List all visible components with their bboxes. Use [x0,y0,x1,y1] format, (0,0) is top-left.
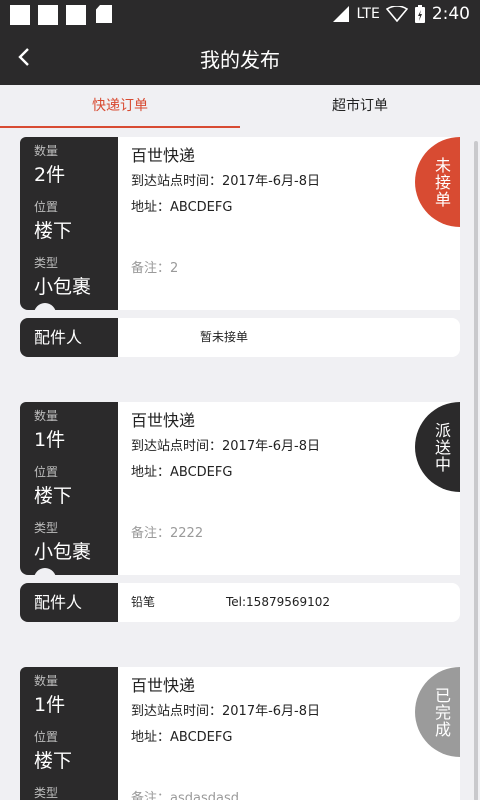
quantity-label: 数量 [34,409,59,423]
address: 地址：ABCDEFG [131,465,233,480]
tab-express-orders[interactable]: 快递订单 [0,85,240,129]
status-text: 未接单 [432,156,451,208]
courier-label: 配件人 [20,318,118,357]
order-list[interactable]: 数量 2件 位置 楼下 类型 小包裹 百世快递 到达站点时间：2017年-6月-… [0,129,480,800]
order-summary: 数量 1件 位置 楼下 类型 小包裹 [20,402,118,575]
quantity-value: 1件 [34,429,66,451]
order-details: 百世快递 到达站点时间：2017年-6月-8日 地址：ABCDEFG 备注：as… [118,667,460,800]
quantity-label: 数量 [34,144,59,158]
address: 地址：ABCDEFG [131,730,233,745]
remark: 备注：2222 [131,526,204,541]
courier-info-box: 暂未接单 [118,318,460,357]
notification-icon [38,5,58,25]
position-label: 位置 [34,200,59,214]
arrival-time: 到达站点时间：2017年-6月-8日 [131,439,321,454]
arrival-time: 到达站点时间：2017年-6月-8日 [131,174,321,189]
status-text: 派送中 [432,421,451,473]
tab-indicator [0,126,240,128]
page-title: 我的发布 [200,48,280,72]
clock: 2:40 [431,4,470,24]
order-details: 百世快递 到达站点时间：2017年-6月-8日 地址：ABCDEFG 备注：22… [118,402,460,575]
courier-label: 配件人 [20,583,118,622]
arrival-time: 到达站点时间：2017年-6月-8日 [131,704,321,719]
position-value: 楼下 [34,485,73,507]
signal-icon [332,6,349,22]
tab-supermarket-orders[interactable]: 超市订单 [240,85,480,129]
courier-company: 百世快递 [131,411,196,430]
quantity-value: 2件 [34,164,66,186]
status-text: 已完成 [432,686,451,738]
type-label: 类型 [34,521,59,535]
notification-icon [66,5,86,25]
quantity-label: 数量 [34,674,59,688]
type-label: 类型 [34,256,59,270]
courier-name: 暂未接单 [200,330,249,344]
courier-company: 百世快递 [131,676,196,695]
courier-row: 配件人 暂未接单 [20,318,460,357]
sd-card-icon [96,5,112,23]
network-type: LTE [356,6,380,22]
courier-row: 配件人 铅笔 Tel:15879569102 [20,583,460,622]
notification-icon [10,5,30,25]
position-value: 楼下 [34,750,73,772]
order-details: 百世快递 到达站点时间：2017年-6月-8日 地址：ABCDEFG 备注：2 [118,137,460,310]
position-label: 位置 [34,730,59,744]
app-bar: 我的发布 [0,30,480,85]
type-value: 小包裹 [34,276,92,298]
quantity-value: 1件 [34,694,66,716]
courier-info-box: 铅笔 Tel:15879569102 [118,583,460,622]
remark: 备注：2 [131,261,179,276]
wifi-icon [385,6,408,22]
status-bar: LTE 2:40 [0,0,480,30]
courier-phone[interactable]: Tel:15879569102 [226,583,330,622]
battery-icon [414,5,425,23]
order-summary: 数量 2件 位置 楼下 类型 小包裹 [20,137,118,310]
position-label: 位置 [34,465,59,479]
courier-name: 铅笔 [131,595,156,609]
type-value: 小包裹 [34,541,92,563]
remark: 备注：asdasdasd [131,791,239,800]
type-label: 类型 [34,786,59,800]
position-value: 楼下 [34,220,73,242]
courier-company: 百世快递 [131,146,196,165]
scrollbar[interactable] [474,141,478,800]
order-summary: 数量 1件 位置 楼下 类型 [20,667,118,800]
tab-bar: 快递订单 超市订单 [0,85,480,129]
address: 地址：ABCDEFG [131,200,233,215]
